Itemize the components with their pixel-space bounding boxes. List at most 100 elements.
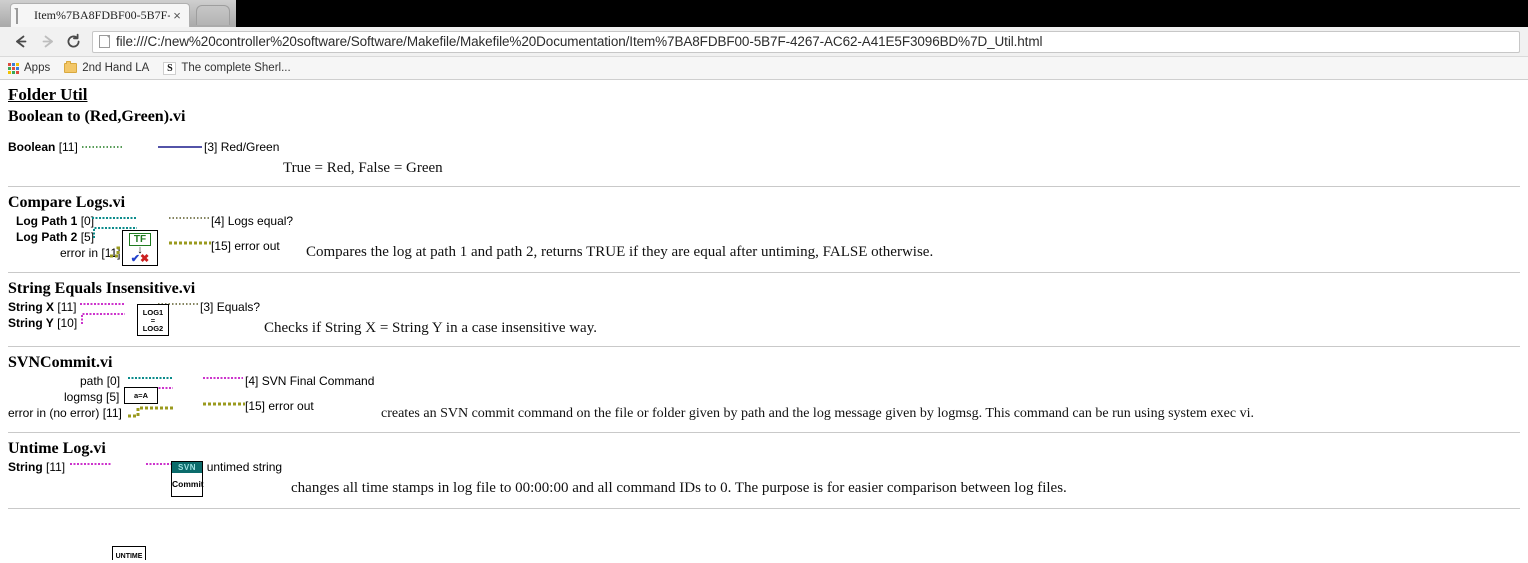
bookmark-sherlock-label: The complete Sherl...: [181, 62, 291, 74]
folder-icon: [64, 61, 78, 73]
terminal-label: Log Path 2: [16, 230, 78, 244]
wire-error-in-svncommit: [128, 404, 173, 420]
vi-icon-label: a=A: [134, 391, 148, 400]
terminal-label: error out: [234, 239, 280, 253]
terminal-output-equals: [3] Equals?: [200, 300, 260, 314]
url-text: file:///C:/new%20controller%20software/S…: [116, 34, 1043, 49]
terminal-input-error-in-no-error: error in (no error) [11]: [8, 406, 122, 420]
terminal-index: [11]: [102, 406, 122, 420]
wire-error-out-compare-logs: [169, 238, 211, 248]
bookmark-apps-label: Apps: [24, 62, 51, 74]
terminal-input-log-path-2: Log Path 2 [5]: [16, 230, 94, 244]
section-divider: [8, 186, 1520, 187]
section-divider: [8, 346, 1520, 347]
bookmark-2nd-hand-la[interactable]: 2nd Hand LA: [64, 61, 149, 74]
terminal-index: [4]: [245, 374, 259, 388]
terminal-label: Red/Green: [220, 140, 280, 154]
terminal-output-untimed-string: [3] untimed string: [190, 460, 282, 474]
section-divider: [8, 272, 1520, 273]
terminal-index: [3]: [200, 300, 214, 314]
reload-icon[interactable]: [60, 29, 86, 55]
wire-logs-equal-out: [169, 212, 209, 224]
terminal-label: Boolean: [8, 140, 56, 154]
terminal-label: untimed string: [206, 460, 283, 474]
terminal-input-boolean: Boolean [11]: [8, 140, 78, 154]
terminal-label: Equals?: [216, 300, 261, 314]
wire-boolean-in: [82, 145, 122, 149]
page-content: Folder Util Boolean to (Red,Green).vi Bo…: [0, 80, 1528, 560]
terminal-label: error out: [268, 399, 314, 413]
vi-title-untime-log: Untime Log.vi: [8, 440, 106, 457]
terminal-label: logmsg: [64, 390, 103, 404]
terminal-label: String: [8, 460, 43, 474]
terminal-input-string-y: String Y [10]: [8, 316, 77, 330]
new-tab-button[interactable]: [196, 5, 230, 25]
vi-title-boolean-to-red-green: Boolean to (Red,Green).vi: [8, 108, 186, 125]
wire-string-y: [80, 308, 125, 326]
vi-icon-compare-logs: LOG1 = LOG2: [137, 304, 169, 336]
terminal-index: [15]: [211, 239, 232, 253]
vi-title-string-equals-insensitive: String Equals Insensitive.vi: [8, 280, 196, 297]
vi-icon-check-x-glyph: ✔✖: [130, 253, 150, 265]
terminal-index: [5]: [106, 390, 120, 404]
terminal-index: [10]: [57, 316, 78, 330]
terminal-output-error-out: [15] error out: [211, 239, 280, 253]
terminal-input-log-path-1: Log Path 1 [0]: [16, 214, 94, 228]
close-icon[interactable]: ×: [170, 9, 184, 22]
page-info-icon: [99, 35, 110, 48]
terminal-index: [15]: [245, 399, 266, 413]
terminal-label: String Y: [8, 316, 54, 330]
terminal-index: [11]: [57, 300, 77, 314]
terminal-output-logs-equal: [4] Logs equal?: [211, 214, 293, 228]
vi-description-boolean-to-red-green: True = Red, False = Green: [283, 160, 443, 176]
bookmarks-bar: Apps 2nd Hand LA S The complete Sherl...: [0, 57, 1528, 80]
vi-icon-line-3: LOG2: [142, 323, 164, 333]
browser-tab[interactable]: Item%7BA8FDBF00-5B7F- ×: [10, 3, 190, 27]
terminal-input-path: path [0]: [80, 374, 120, 388]
terminal-label: Logs equal?: [227, 214, 294, 228]
vi-icon-header-label: SVN: [172, 462, 202, 473]
terminal-input-string-x: String X [11]: [8, 300, 76, 314]
terminal-output-svn-final-command: [4] SVN Final Command: [245, 374, 374, 388]
back-icon[interactable]: [8, 29, 34, 55]
vi-title-svncommit: SVNCommit.vi: [8, 354, 113, 371]
vi-description-untime-log: changes all time stamps in log file to 0…: [291, 480, 1067, 496]
window-controls-area: [236, 0, 1528, 27]
terminal-label: error in (no error): [8, 406, 100, 420]
address-bar[interactable]: file:///C:/new%20controller%20software/S…: [92, 30, 1520, 53]
vi-icon-svncommit: SVN Commit: [171, 461, 204, 497]
terminal-input-logmsg: logmsg [5]: [64, 390, 119, 404]
page-title: Folder Util: [8, 85, 88, 104]
section-divider: [8, 508, 1520, 509]
browser-window: Item%7BA8FDBF00-5B7F- × file:///C:/new%2…: [0, 0, 1528, 560]
terminal-output-error-out-svncommit: [15] error out: [245, 399, 314, 413]
vi-icon-string-equals-insensitive: a=A: [124, 387, 158, 404]
bookmark-apps[interactable]: Apps: [8, 62, 50, 74]
sherlock-favicon-icon: S: [163, 61, 177, 75]
terminal-index: [0]: [106, 374, 121, 388]
tab-favicon-icon: [16, 7, 29, 24]
section-divider: [8, 432, 1520, 433]
terminal-output-red-green: [3] Red/Green: [204, 140, 279, 154]
terminal-index: [4]: [211, 214, 225, 228]
terminal-label: error in: [60, 246, 99, 260]
terminal-index: [11]: [46, 460, 66, 474]
vi-description-svncommit: creates an SVN commit command on the fil…: [381, 406, 1254, 421]
terminal-label: SVN Final Command: [261, 374, 375, 388]
wire-string-in-untime-log: [70, 458, 112, 470]
vi-icon-boolean-to-red-green: TF ↓ ✔✖: [122, 230, 158, 266]
wire-red-green-out: [158, 145, 202, 149]
forward-icon[interactable]: [34, 29, 60, 55]
terminal-label: Log Path 1: [16, 214, 78, 228]
terminal-index: [11]: [58, 140, 78, 154]
vi-icon-line-1: UNTIME: [115, 553, 143, 560]
vi-icon-untime-log: UNTIME LOG: [112, 546, 146, 560]
bookmark-sherlock[interactable]: S The complete Sherl...: [163, 61, 291, 75]
vi-description-string-equals-insensitive: Checks if String X = String Y in a case …: [264, 320, 597, 336]
tab-title: Item%7BA8FDBF00-5B7F-: [34, 8, 170, 22]
terminal-index: [3]: [204, 140, 218, 154]
terminal-input-string: String [11]: [8, 460, 65, 474]
terminal-label: path: [80, 374, 104, 388]
apps-grid-icon: [8, 62, 19, 74]
vi-description-compare-logs: Compares the log at path 1 and path 2, r…: [306, 244, 934, 260]
